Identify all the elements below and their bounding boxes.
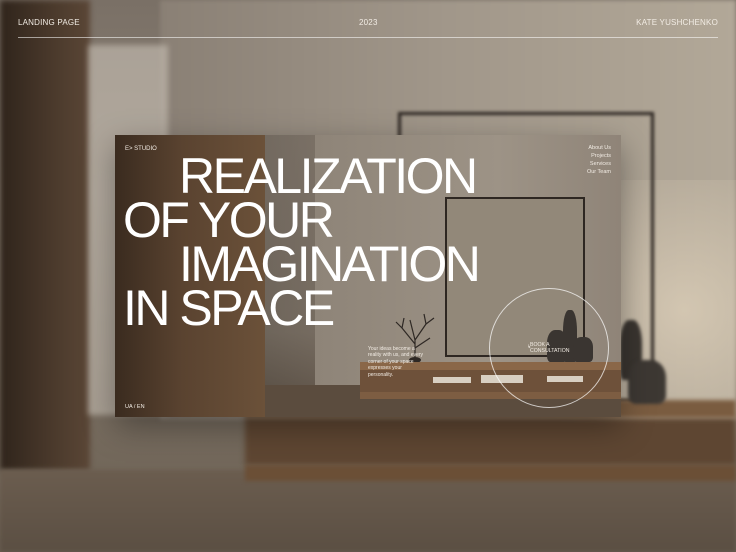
header-year: 2023 <box>359 18 378 27</box>
header-author: KATE YUSHCHENKO <box>636 18 718 27</box>
bg-console-body <box>245 418 736 465</box>
bg-vase <box>628 360 666 404</box>
nav-services[interactable]: Services <box>587 160 611 168</box>
cta-line-2: CONSULTATION <box>530 348 570 354</box>
bg-wooden-door <box>0 0 90 470</box>
nav-about-us[interactable]: About Us <box>587 144 611 152</box>
top-header: LANDING PAGE 2023 KATE YUSHCHENKO <box>18 0 718 38</box>
bg-floor <box>0 470 736 552</box>
book-consultation-label[interactable]: BOOK A CONSULTATION <box>530 342 569 354</box>
hero-headline: REALIZATION OF YOUR IMAGINATION IN SPACE <box>123 151 523 336</box>
card-nav-menu: About Us Projects Services Our Team <box>587 144 611 176</box>
hero-description: Your ideas become a reality with us, and… <box>368 346 424 378</box>
bg-console-base <box>245 465 736 481</box>
nav-our-team[interactable]: Our Team <box>587 168 611 176</box>
studio-logo[interactable]: E> STUDIO <box>125 146 157 152</box>
card-book <box>433 377 471 383</box>
headline-line-4: IN SPACE <box>123 280 335 336</box>
language-switch[interactable]: UA / EN <box>125 404 145 410</box>
header-label-left: LANDING PAGE <box>18 18 80 27</box>
nav-projects[interactable]: Projects <box>587 152 611 160</box>
